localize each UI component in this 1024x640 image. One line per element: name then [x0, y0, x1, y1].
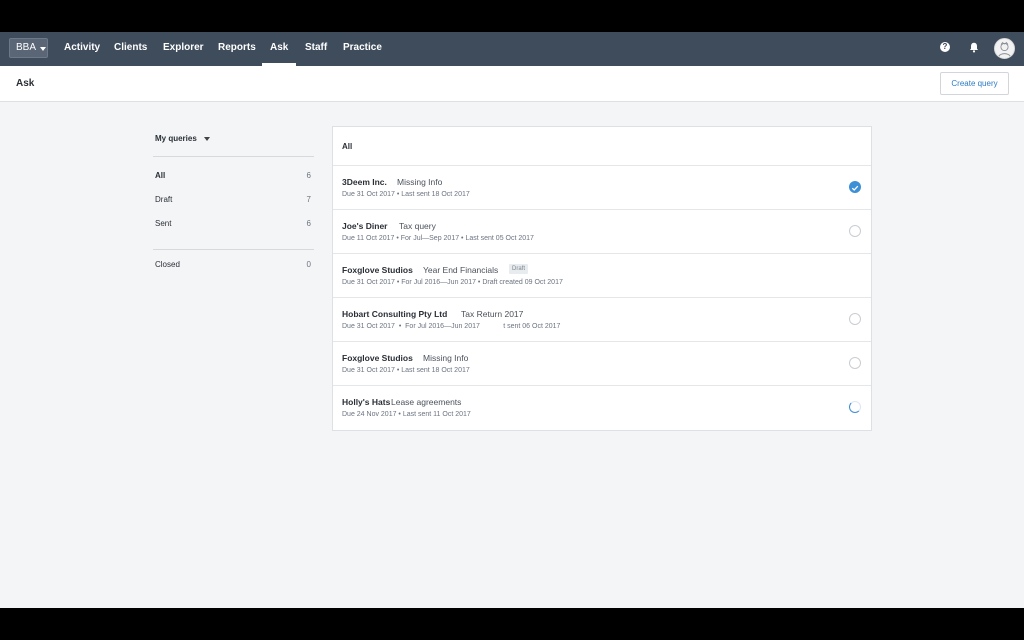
query-list-title: All	[342, 142, 353, 151]
query-meta: Due 31 Oct 2017 • For Jul 2016—Jun 2017 …	[342, 323, 561, 330]
query-meta: Due 24 Nov 2017 • Last sent 11 Oct 2017	[342, 411, 471, 418]
query-row[interactable]: Hobart Consulting Pty Ltd Tax Return 201…	[333, 298, 871, 342]
my-queries-label: My queries	[155, 134, 197, 143]
page-title: Ask	[16, 78, 35, 89]
filter-item-label: Draft	[155, 195, 173, 204]
draft-badge: Draft	[509, 264, 529, 274]
my-queries-dropdown[interactable]: My queries	[153, 130, 314, 157]
client-name: Joe's Diner	[342, 221, 388, 231]
query-meta: Due 31 Oct 2017 • Last sent 18 Oct 2017	[342, 367, 470, 374]
page-header: Ask Create query	[0, 66, 1024, 102]
client-name: Hobart Consulting Pty Ltd	[342, 309, 448, 319]
filter-item-count: 0	[306, 260, 311, 269]
sidebar-divider	[153, 249, 314, 250]
status-circle-icon[interactable]	[849, 225, 861, 237]
filter-item-count: 6	[306, 171, 311, 180]
query-name: Lease agreements	[391, 397, 462, 407]
nav-link-staff[interactable]: Staff	[305, 32, 327, 66]
query-name: Tax query	[399, 221, 436, 231]
chevron-down-icon	[40, 47, 46, 51]
nav-link-explorer[interactable]: Explorer	[163, 32, 204, 66]
query-row[interactable]: Joe's Diner Tax query Due 11 Oct 2017 • …	[333, 210, 871, 254]
query-row[interactable]: Holly's Hats Lease agreements Due 24 Nov…	[333, 386, 871, 430]
bell-icon[interactable]	[969, 42, 979, 53]
filter-item-closed[interactable]: Closed 0	[153, 252, 314, 276]
query-meta: Due 31 Oct 2017 • For Jul 2016—Jun 2017 …	[342, 279, 563, 286]
status-circle-icon[interactable]	[849, 357, 861, 369]
query-row[interactable]: Foxglove Studios Year End Financials Dra…	[333, 254, 871, 298]
filter-item-draft[interactable]: Draft 7	[153, 187, 314, 211]
client-name: Foxglove Studios	[342, 265, 413, 275]
query-name: Missing Info	[397, 177, 443, 187]
avatar[interactable]	[994, 38, 1015, 59]
client-name: Foxglove Studios	[342, 353, 413, 363]
query-name: Tax Return 2017	[461, 309, 524, 319]
filter-item-count: 7	[306, 195, 311, 204]
help-icon[interactable]: ?	[940, 42, 950, 52]
nav-link-activity[interactable]: Activity	[64, 32, 100, 66]
nav-link-clients[interactable]: Clients	[114, 32, 147, 66]
create-query-button[interactable]: Create query	[940, 72, 1009, 95]
query-meta: Due 31 Oct 2017 • Last sent 18 Oct 2017	[342, 191, 470, 198]
client-name: Holly's Hats	[342, 397, 391, 407]
check-icon[interactable]	[849, 181, 861, 193]
nav-link-reports[interactable]: Reports	[218, 32, 256, 66]
filter-item-label: Sent	[155, 219, 172, 228]
query-list-header: All	[333, 127, 871, 166]
query-name: Missing Info	[423, 353, 469, 363]
query-meta: Due 11 Oct 2017 • For Jul—Sep 2017 • Las…	[342, 235, 534, 242]
top-nav: BBA Activity Clients Explorer Reports As…	[0, 32, 1024, 66]
query-filter-sidebar: My queries All 6 Draft 7 Sent 6 Closed 0	[153, 130, 314, 276]
progress-spinner-icon	[849, 401, 861, 413]
status-circle-icon[interactable]	[849, 313, 861, 325]
org-switcher-label: BBA	[16, 42, 37, 53]
filter-item-label: All	[155, 171, 166, 180]
filter-item-count: 6	[306, 219, 311, 228]
query-row[interactable]: Foxglove Studios Missing Info Due 31 Oct…	[333, 342, 871, 386]
app-window: BBA Activity Clients Explorer Reports As…	[0, 32, 1024, 608]
client-name: 3Deem Inc.	[342, 177, 387, 187]
filter-item-all[interactable]: All 6	[153, 163, 314, 187]
chevron-down-icon	[204, 137, 210, 141]
nav-link-practice[interactable]: Practice	[343, 32, 382, 66]
filter-item-label: Closed	[155, 260, 180, 269]
filter-item-sent[interactable]: Sent 6	[153, 211, 314, 235]
query-name: Year End Financials	[423, 265, 499, 275]
nav-link-ask[interactable]: Ask	[261, 32, 297, 66]
query-list-panel: All 3Deem Inc. Missing Info Due 31 Oct 2…	[332, 126, 872, 431]
query-row[interactable]: 3Deem Inc. Missing Info Due 31 Oct 2017 …	[333, 166, 871, 210]
org-switcher-button[interactable]: BBA	[9, 38, 48, 58]
